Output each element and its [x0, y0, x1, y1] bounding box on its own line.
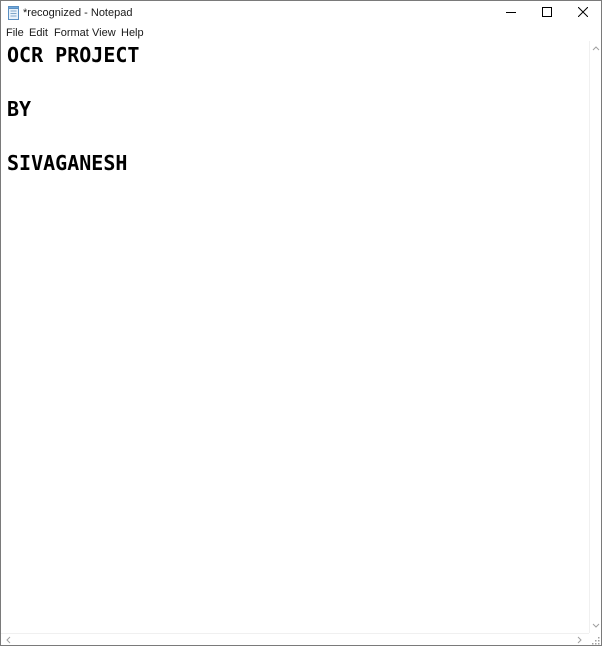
- text-editor[interactable]: OCR PROJECT BY SIVAGANESH: [1, 41, 589, 633]
- maximize-button[interactable]: [529, 1, 565, 25]
- menu-view[interactable]: View: [92, 26, 116, 40]
- notepad-window: *recognized - Notepad File Edit Format V…: [0, 0, 602, 646]
- close-button[interactable]: [565, 1, 601, 25]
- resize-grip-icon: [589, 633, 601, 645]
- maximize-icon: [542, 4, 552, 22]
- minimize-icon: [506, 4, 516, 22]
- scroll-up-icon[interactable]: [591, 43, 601, 53]
- editor-line: OCR PROJECT: [7, 43, 140, 67]
- window-title: *recognized - Notepad: [23, 7, 133, 19]
- editor-line: BY: [7, 97, 32, 121]
- horizontal-scrollbar[interactable]: [1, 633, 589, 645]
- notepad-icon: [8, 6, 20, 20]
- editor-line: SIVAGANESH: [7, 151, 128, 175]
- menu-format[interactable]: Format: [54, 26, 89, 40]
- minimize-button[interactable]: [493, 1, 529, 25]
- menu-help[interactable]: Help: [121, 26, 144, 40]
- menu-bar: File Edit Format View Help: [1, 25, 601, 41]
- scroll-left-icon[interactable]: [3, 635, 13, 645]
- vertical-scrollbar[interactable]: [589, 41, 601, 633]
- close-icon: [577, 4, 589, 22]
- resize-grip[interactable]: [589, 633, 601, 645]
- menu-edit[interactable]: Edit: [29, 26, 48, 40]
- scroll-down-icon[interactable]: [591, 621, 601, 631]
- menu-file[interactable]: File: [6, 26, 24, 40]
- title-bar[interactable]: *recognized - Notepad: [1, 1, 601, 25]
- scroll-right-icon[interactable]: [575, 635, 585, 645]
